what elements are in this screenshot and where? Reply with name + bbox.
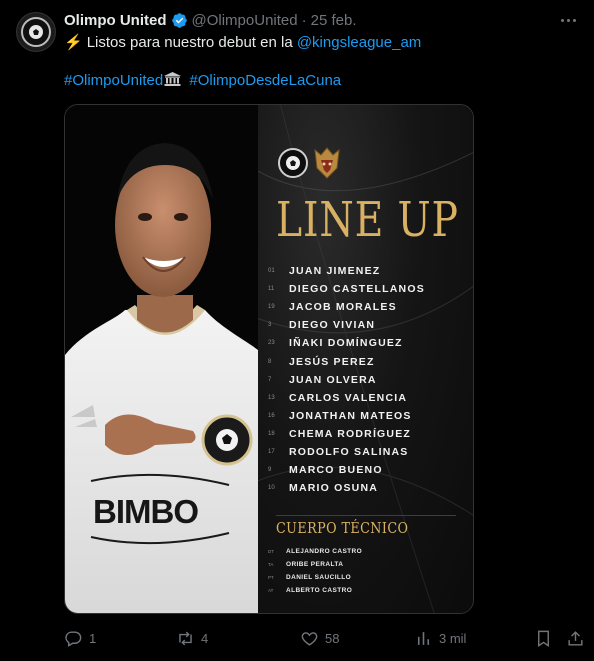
player-name: IÑAKI DOMÍNGUEZ xyxy=(289,337,403,350)
player-name: MARIO OSUNA xyxy=(289,482,379,495)
classical-building-icon xyxy=(164,72,182,86)
tweet-header: Olimpo United @OlimpoUnited · 25 feb. xyxy=(64,10,356,30)
post-date[interactable]: 25 feb. xyxy=(311,12,357,29)
player-name: DIEGO CASTELLANOS xyxy=(289,283,425,296)
staff-name: DANIEL SAUCILLO xyxy=(286,574,352,581)
player-row: 19 JACOB MORALES xyxy=(268,298,468,316)
player-photo: BIMBO xyxy=(65,105,258,613)
lineup-title: LINE UP xyxy=(276,192,459,248)
share-button[interactable] xyxy=(566,626,585,650)
player-number: 16 xyxy=(268,412,275,419)
soccer-ball-icon xyxy=(29,25,43,39)
staff-role: AT xyxy=(268,588,274,593)
players-list: 01 JUAN JIMENEZ 11 DIEGO CASTELLANOS 19 JACOB… xyxy=(268,262,468,497)
like-count: 58 xyxy=(325,630,340,646)
avatar-crest xyxy=(21,17,51,47)
player-name: JACOB MORALES xyxy=(289,301,397,314)
player-name: JESÚS PEREZ xyxy=(289,355,375,368)
player-number: 10 xyxy=(268,485,275,492)
like-button[interactable]: 58 xyxy=(300,626,339,650)
divider xyxy=(276,515,456,516)
player-row: 23 IÑAKI DOMÍNGUEZ xyxy=(268,334,468,352)
player-row: 17 RODOLFO SALINAS xyxy=(268,443,468,461)
staff-row: TA ORIBE PERALTA xyxy=(268,558,468,571)
mention-link[interactable]: @kingsleague_am xyxy=(297,34,421,51)
player-row: 3 DIEGO VIVIAN xyxy=(268,316,468,334)
player-number: 13 xyxy=(268,394,275,401)
player-name: RODOLFO SALINAS xyxy=(289,445,409,458)
player-name: CHEMA RODRÍGUEZ xyxy=(289,427,412,440)
player-number: 9 xyxy=(268,467,272,474)
kings-league-crest-icon xyxy=(314,147,340,179)
handle[interactable]: @OlimpoUnited xyxy=(192,12,298,29)
player-number: 18 xyxy=(268,430,275,437)
staff-row: PT DANIEL SAUCILLO xyxy=(268,571,468,584)
tweet-text-line-2: #OlimpoUnited #OlimpoDesdeLaCuna xyxy=(64,71,341,91)
player-number: 23 xyxy=(268,340,275,347)
player-row: 9 MARCO BUENO xyxy=(268,461,468,479)
player-row: 10 MARIO OSUNA xyxy=(268,479,468,497)
tweet-text: Listos para nuestro debut en la xyxy=(86,34,297,51)
lightning-icon: ⚡ xyxy=(64,34,83,51)
share-icon xyxy=(568,630,583,646)
player-row: 16 JONATHAN MATEOS xyxy=(268,407,468,425)
player-number: 17 xyxy=(268,448,275,455)
player-name: DIEGO VIVIAN xyxy=(289,319,376,332)
player-number: 7 xyxy=(268,376,272,383)
tweet[interactable]: Olimpo United @OlimpoUnited · 25 feb. ⚡ L… xyxy=(0,0,594,661)
display-name[interactable]: Olimpo United xyxy=(64,12,167,29)
tweet-text-line-1: ⚡ Listos para nuestro debut en la @kingsl… xyxy=(64,33,421,53)
player-illustration: BIMBO xyxy=(65,105,258,613)
player-name: MARCO BUENO xyxy=(289,464,383,477)
shirt-sponsor: BIMBO xyxy=(93,493,198,530)
staff-list: DT ALEJANDRO CASTRO TA ORIBE PERALTA PT DANIE… xyxy=(268,545,468,597)
olimpo-crest-icon xyxy=(278,148,308,178)
player-row: 11 DIEGO CASTELLANOS xyxy=(268,280,468,298)
repost-count: 4 xyxy=(201,630,209,646)
action-bar: 1 4 58 3 mil xyxy=(64,626,584,650)
views-icon xyxy=(417,631,430,645)
player-row: 13 CARLOS VALENCIA xyxy=(268,389,468,407)
player-name: JUAN JIMENEZ xyxy=(289,265,381,278)
staff-row: DT ALEJANDRO CASTRO xyxy=(268,545,468,558)
hashtag-link-2[interactable]: #OlimpoDesdeLaCuna xyxy=(189,72,341,89)
lineup-image[interactable]: BIMBO LINE UP 01 JUAN JIMENEZ 11 DIEGO CAST… xyxy=(64,104,474,614)
reply-button[interactable]: 1 xyxy=(64,626,96,650)
staff-name: ALBERTO CASTRO xyxy=(286,587,353,594)
bookmark-button[interactable] xyxy=(534,626,553,650)
staff-name: ORIBE PERALTA xyxy=(286,561,344,568)
player-name: JUAN OLVERA xyxy=(289,373,377,386)
hashtag-link-1[interactable]: #OlimpoUnited xyxy=(64,72,163,89)
repost-icon xyxy=(179,631,192,645)
player-name: CARLOS VALENCIA xyxy=(289,391,408,404)
staff-title: CUERPO TÉCNICO xyxy=(276,519,409,537)
bookmark-icon xyxy=(538,630,549,647)
more-icon[interactable] xyxy=(556,10,580,30)
player-number: 8 xyxy=(268,358,272,365)
verified-badge-icon xyxy=(171,12,187,28)
player-row: 7 JUAN OLVERA xyxy=(268,371,468,389)
player-number: 19 xyxy=(268,304,275,311)
player-row: 8 JESÚS PEREZ xyxy=(268,352,468,370)
views-button[interactable]: 3 mil xyxy=(414,626,466,650)
staff-name: ALEJANDRO CASTRO xyxy=(286,548,363,555)
views-count: 3 mil xyxy=(439,630,467,646)
separator-dot: · xyxy=(301,11,307,29)
staff-role: TA xyxy=(268,562,274,567)
player-number: 01 xyxy=(268,268,275,275)
player-number: 11 xyxy=(268,286,275,293)
avatar[interactable] xyxy=(16,12,56,52)
staff-role: DT xyxy=(268,549,274,554)
lineup-panel: LINE UP 01 JUAN JIMENEZ 11 DIEGO CASTELLANO… xyxy=(258,105,473,613)
reply-icon xyxy=(65,630,82,647)
reply-count: 1 xyxy=(89,630,97,646)
like-icon xyxy=(301,631,318,646)
player-name: JONATHAN MATEOS xyxy=(289,409,412,422)
repost-button[interactable]: 4 xyxy=(176,626,208,650)
player-row: 18 CHEMA RODRÍGUEZ xyxy=(268,425,468,443)
player-number: 3 xyxy=(268,322,272,329)
player-row: 01 JUAN JIMENEZ xyxy=(268,262,468,280)
staff-role: PT xyxy=(268,575,274,580)
staff-row: AT ALBERTO CASTRO xyxy=(268,584,468,597)
